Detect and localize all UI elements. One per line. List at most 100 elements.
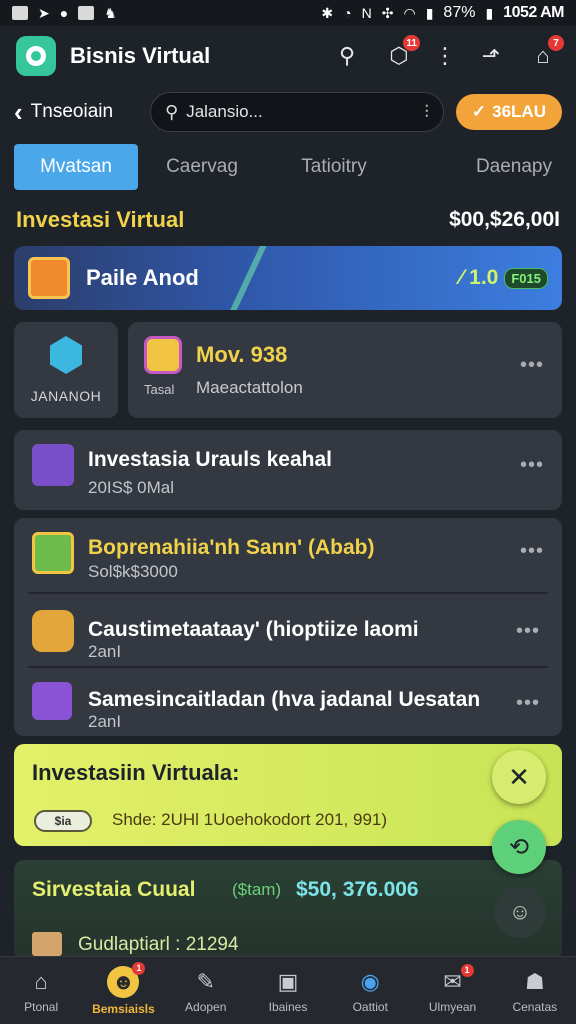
chest-icon: [28, 257, 70, 299]
tab-caervag[interactable]: Caervag: [138, 144, 266, 190]
nav-label: Adopen: [185, 999, 227, 1014]
cube-icon: [32, 444, 74, 486]
nav-item-home[interactable]: ⌂ Ptonal: [0, 957, 82, 1024]
item-subtitle: 2anI: [88, 642, 122, 661]
search-box[interactable]: ⚲ ⫶: [150, 92, 444, 132]
home-icon: ⌂: [34, 968, 48, 994]
list-item[interactable]: Investasia Urauls keahal 20IS$ 0Mal •••: [14, 430, 562, 510]
robot-icon: ☺: [508, 899, 532, 924]
nav-item-tools[interactable]: ✎ Adopen: [165, 957, 247, 1024]
status-right: ✱ ◔ N ✣ ◠ ▮ 87% ▮ 1052 AM: [321, 4, 564, 22]
tab-label: Tatioitry: [301, 156, 367, 177]
battery-percent: 87%: [443, 4, 476, 21]
nav-label: Bemsiaisls: [92, 1001, 155, 1016]
tab-bar: Mvatsan Caervag Tatioitry Daenapy: [14, 144, 562, 190]
gold-bar-icon: [32, 610, 74, 652]
gallery-icon: [78, 6, 95, 20]
signal-icon: ▮: [425, 4, 434, 21]
nav-label: Ptonal: [24, 999, 59, 1014]
more-vertical-icon[interactable]: ⋮: [434, 43, 456, 69]
item-subtitle: Sol$k$3000: [88, 562, 178, 581]
nav-label: Ulmyean: [428, 999, 477, 1014]
green-title: Sirvestaia Cuual: [32, 878, 196, 901]
search-row: ‹ Tnseoiain ⚲ ⫶ ✓ 36LAU: [0, 90, 576, 134]
app-logo[interactable]: [16, 36, 56, 76]
nav-item-mail[interactable]: ✉ 1 Ulmyean: [411, 957, 493, 1024]
item-subtitle: 2anI: [88, 712, 122, 731]
assistant-fab[interactable]: ☺: [494, 886, 546, 938]
nav-item-chat[interactable]: ◉ Oattiot: [329, 957, 411, 1024]
share-icon[interactable]: ⬏: [474, 39, 508, 73]
more-icon[interactable]: •••: [516, 692, 540, 715]
store-badge: 7: [548, 35, 564, 51]
gear-icon: [26, 46, 46, 66]
banner-text: Shde: 2UHl 1Uoehokodort 201, 991): [112, 810, 388, 829]
nfc-icon: N: [361, 5, 372, 21]
close-fab[interactable]: ✕: [492, 750, 546, 804]
item-title: Investasia Urauls keahal: [88, 448, 332, 471]
item-subtitle: 20IS$ 0Mal: [88, 478, 174, 497]
close-icon: ✕: [508, 761, 530, 792]
bluetooth-icon: ✱: [321, 4, 334, 21]
nav-item-business[interactable]: ☻ 1 Bemsiaisls: [82, 957, 164, 1024]
nav-label: Ibaines: [268, 999, 308, 1014]
item-title[interactable]: Boprenahiia'nh Sann' (Abab): [88, 536, 375, 560]
search-icon[interactable]: ⚲: [330, 39, 364, 73]
alarm-icon: ◔: [343, 5, 352, 21]
hero-card[interactable]: Paile Anod ⁄ 1.0 F015: [14, 246, 562, 310]
back-label: Tnseoiain: [30, 101, 114, 122]
wide-card[interactable]: Mov. 938 Tasal Maeactattolon •••: [128, 322, 562, 418]
clock: 1052 AM: [503, 4, 564, 21]
app-header: Bisnis Virtual ⚲ ⬡ 11 ⋮ ⬏ ⌂ 7: [0, 30, 576, 82]
box-icon[interactable]: ⬡ 11: [382, 35, 420, 73]
crystal-icon: [32, 682, 72, 720]
tab-label: Caervag: [166, 156, 238, 177]
status-bar: ➤ ● ♞ ✱ ◔ N ✣ ◠ ▮ 87% ▮ 1052 AM: [0, 0, 576, 26]
treasure-icon: [144, 336, 182, 374]
green-subtitle: Gudlaptiarl : 21294: [78, 934, 239, 955]
wide-title: Mov. 938: [196, 342, 288, 367]
item-title[interactable]: Caustimetaataay' (hioptiize laomi: [88, 618, 419, 642]
more-icon[interactable]: •••: [520, 354, 544, 377]
cube-icon: [50, 336, 82, 374]
nav-label: Cenatas: [512, 999, 558, 1014]
more-icon[interactable]: •••: [520, 454, 544, 477]
briefcase-icon: ▣: [277, 968, 299, 994]
wide-tag: Tasal: [144, 382, 175, 397]
promo-banner[interactable]: Investasiin Virtuala: $ia Shde: 2UHl 1Uo…: [14, 744, 562, 846]
sync-icon: ✣: [381, 4, 394, 21]
back-button[interactable]: ‹ Tnseoiain: [14, 97, 138, 128]
nav-item-briefcase[interactable]: ▣ Ibaines: [247, 957, 329, 1024]
header-actions: ⚲ ⬡ 11 ⋮ ⬏ ⌂ 7: [330, 35, 564, 73]
mail-icon: ✉ 1: [438, 963, 474, 996]
bottom-nav: ⌂ Ptonal ☻ 1 Bemsiaisls ✎ Adopen ▣ Ibaine…: [0, 956, 576, 1024]
hero-value: 1.0: [469, 266, 499, 289]
list-group: Boprenahiia'nh Sann' (Abab) Sol$k$3000 •…: [14, 518, 562, 736]
storefront-icon[interactable]: ⌂ 7: [526, 35, 564, 73]
mini-card[interactable]: JANANOH: [14, 322, 118, 418]
trend-icon: ⁄: [459, 266, 464, 289]
chevron-left-icon: ‹: [14, 96, 23, 127]
green-tag: ($tam): [232, 880, 282, 899]
section-header: Investasi Virtual $00,$26,00I: [16, 204, 560, 236]
more-icon[interactable]: •••: [520, 540, 544, 563]
investment-card[interactable]: Sirvestaia Cuual ($tam) $50, 376.006 Gud…: [14, 860, 562, 960]
green-value: $50, 376.006: [296, 878, 419, 901]
tab-tatioitry[interactable]: Tatioitry: [266, 144, 402, 190]
mic-icon[interactable]: ⫶: [424, 102, 429, 123]
sell-button[interactable]: ✓ 36LAU: [455, 94, 562, 130]
tab-label: Mvatsan: [40, 156, 112, 177]
nav-item-profile[interactable]: ☗ Cenatas: [494, 957, 576, 1024]
chat-fab[interactable]: ⟲: [492, 820, 546, 874]
search-input[interactable]: [186, 102, 417, 122]
section-total: $00,$26,00I: [449, 208, 560, 231]
tools-icon: ✎: [196, 968, 215, 994]
item-title[interactable]: Samesincaitladan (hva jadanal Uesatan: [88, 688, 480, 712]
cat-icon: ♞: [104, 4, 117, 21]
tab-mvatsan[interactable]: Mvatsan: [14, 144, 138, 190]
banner-title: Investasiin Virtuala:: [32, 760, 240, 785]
status-left: ➤ ● ♞: [12, 5, 117, 22]
nav-badge: 1: [460, 963, 474, 977]
tab-daenapy[interactable]: Daenapy: [402, 144, 562, 190]
more-icon[interactable]: •••: [516, 620, 540, 643]
